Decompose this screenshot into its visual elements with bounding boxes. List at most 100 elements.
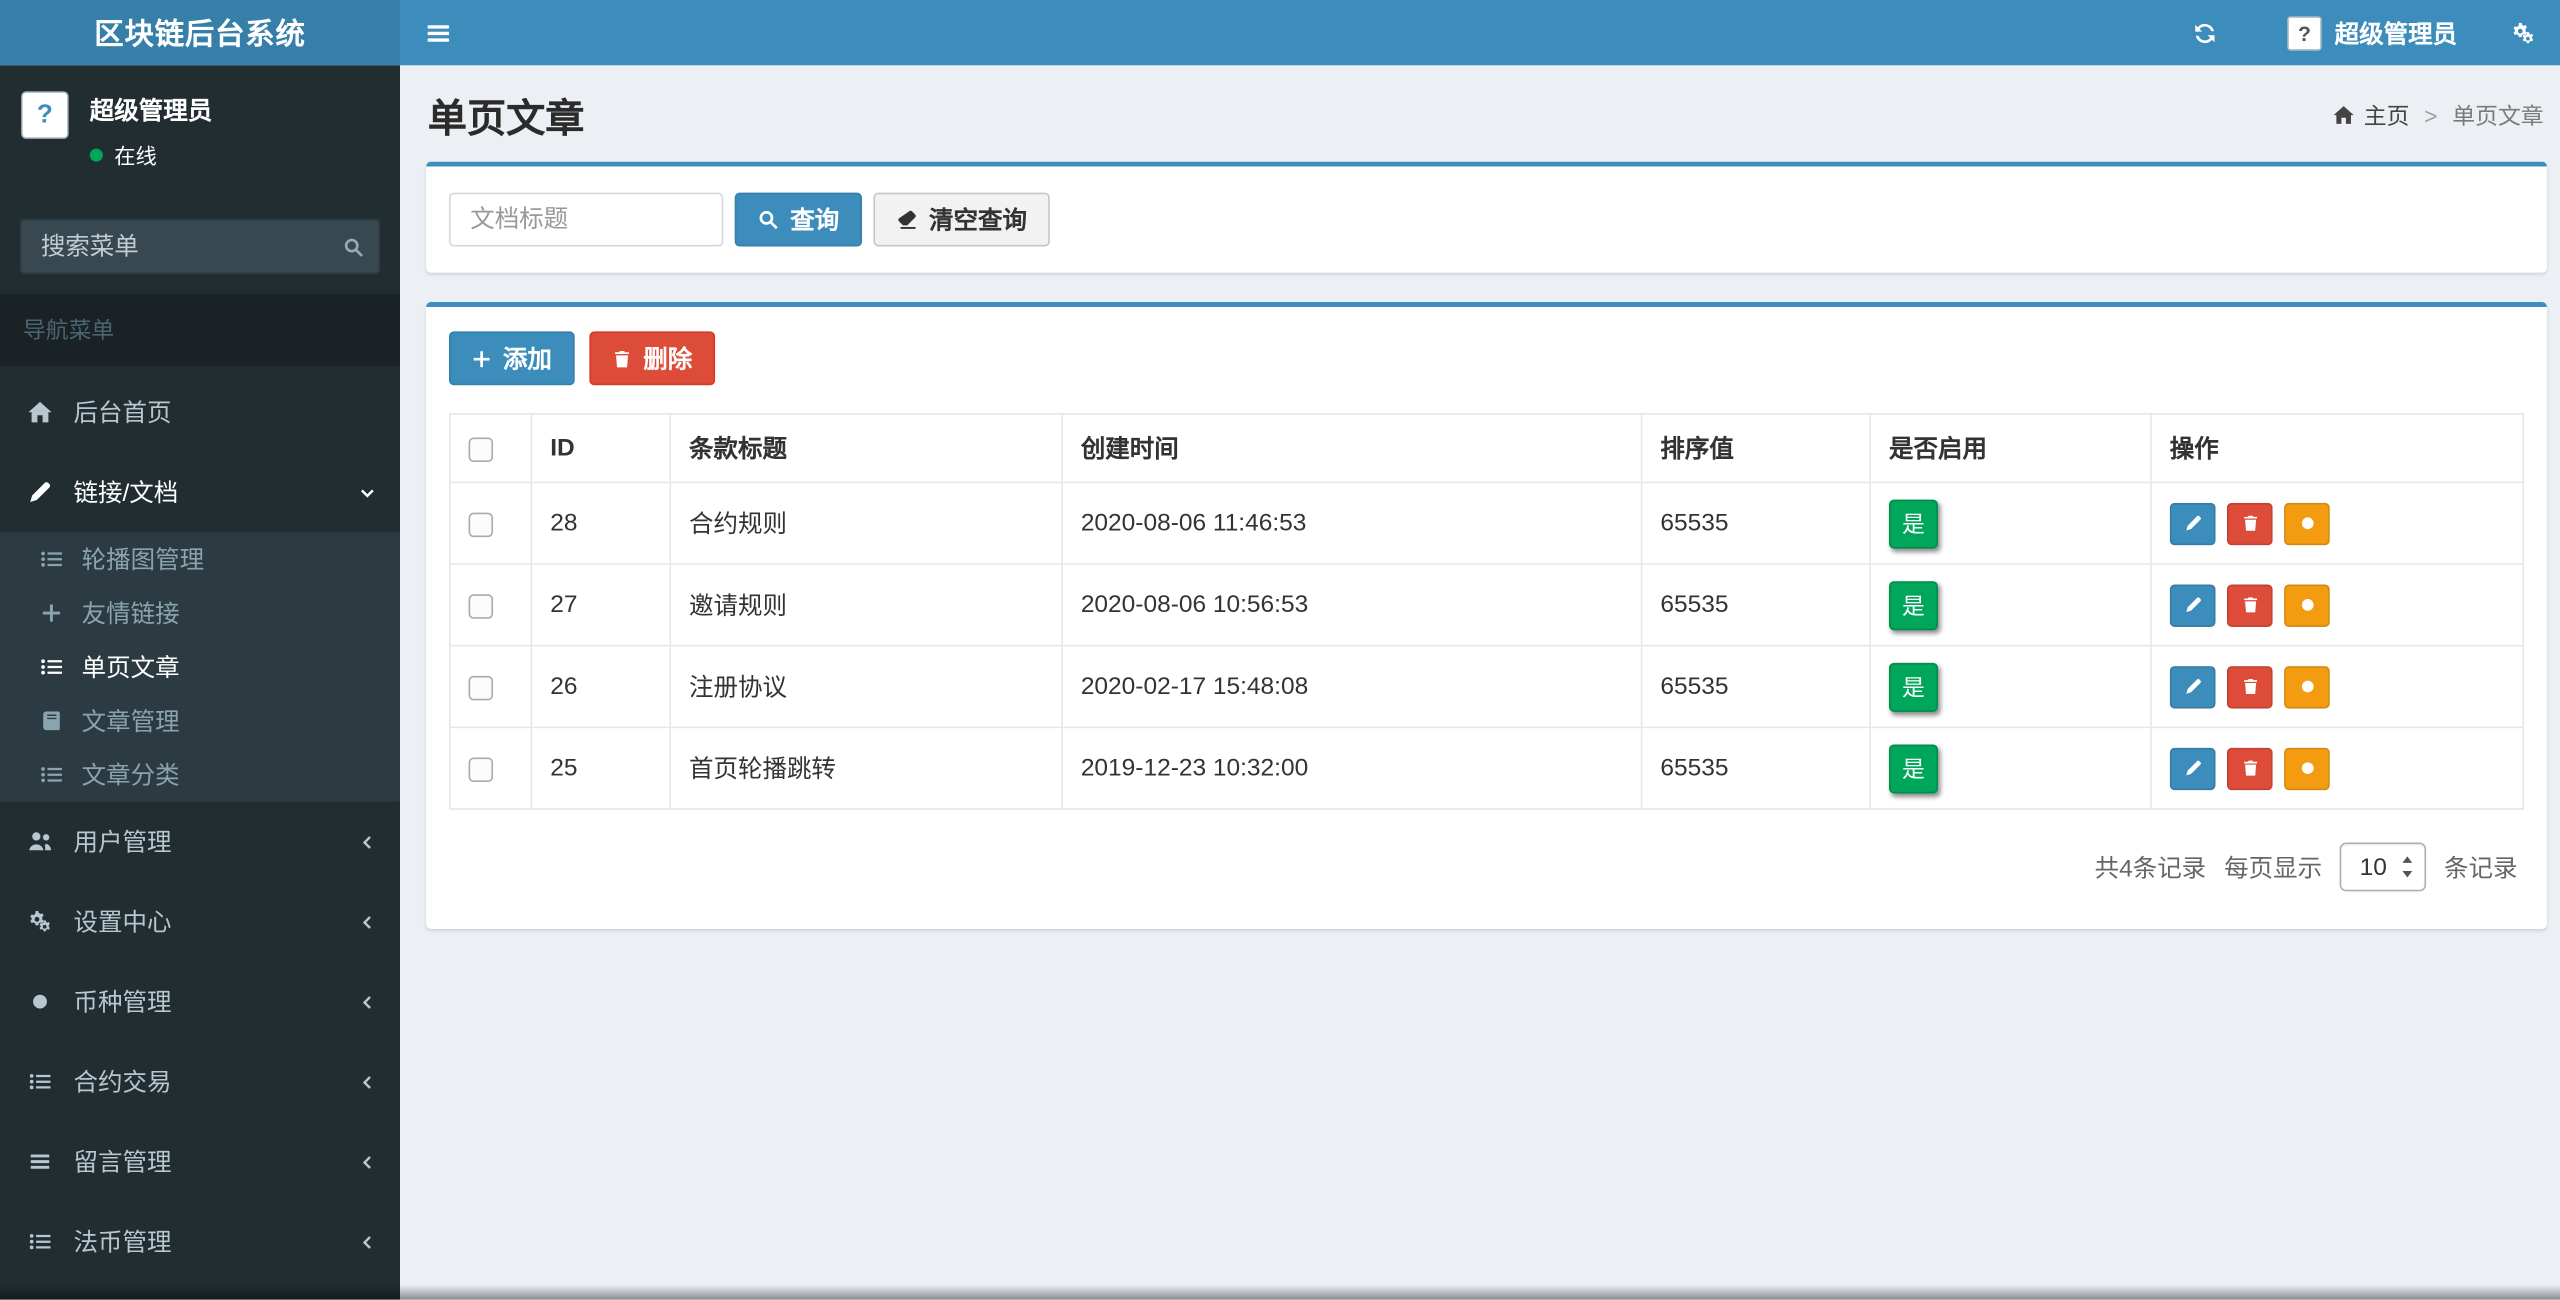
table-box: 添加 删除 ID 条款标题 创建时间 排序值 是否启用 操作 28 合约规则 2… [426,302,2547,929]
page-size-select[interactable]: 10 [2340,842,2427,892]
edit-button[interactable] [2169,746,2216,790]
row-checkbox[interactable] [468,756,494,782]
search-icon [342,236,363,257]
sidebar-item-single-page-article[interactable]: 单页文章 [0,640,400,694]
user-name: 超级管理员 [2334,20,2458,49]
pencil-icon [2184,759,2202,777]
column-header-title: 条款标题 [669,413,1063,484]
user-menu[interactable]: ? 超级管理员 [2242,0,2487,65]
content-header: 单页文章 主页 > 单页文章 [400,65,2560,161]
sidebar-user-name: 超级管理员 [89,97,213,126]
sidebar-item-message-management[interactable]: 留言管理 [0,1122,400,1202]
gears-icon [23,909,56,933]
sidebar-item-settings-center[interactable]: 设置中心 [0,882,400,962]
sidebar-item-label: 后台首页 [73,399,172,428]
enabled-toggle-button[interactable]: 是 [1888,580,1938,630]
refresh-button[interactable] [2168,0,2241,65]
page-title: 单页文章 [427,97,585,143]
sidebar-item-friend-links[interactable]: 友情链接 [0,586,400,640]
chevron-left-icon [358,1072,378,1092]
per-page-label: 每页显示 [2224,854,2323,883]
circle-action-button[interactable] [2284,502,2331,545]
table-row: 25 首页轮播跳转 2019-12-23 10:32:00 65535 是 [448,726,2525,810]
list-icon [23,1071,56,1092]
app-logo[interactable]: 区块链后台系统 [0,0,400,66]
row-checkbox[interactable] [468,675,494,700]
eraser-icon [896,209,917,230]
row-checkbox[interactable] [468,511,494,537]
enabled-toggle-button[interactable]: 是 [1888,498,1938,548]
column-header-actions: 操作 [2150,413,2525,484]
delete-button[interactable] [2227,583,2273,627]
cell-sort: 65535 [1640,481,1872,565]
sidebar-toggle-button[interactable] [400,0,475,65]
sidebar: ? 超级管理员 在线 导航菜单 后台首页 [0,65,400,1300]
table-toolbar: 添加 删除 [448,331,2524,386]
sidebar-item-contract-trading[interactable]: 合约交易 [0,1042,400,1122]
chevron-left-icon [358,1152,378,1172]
sidebar-item-article-category[interactable]: 文章分类 [0,748,400,802]
online-status-label: 在线 [114,143,157,169]
top-navbar: 区块链后台系统 ? 超级管理员 [0,0,2560,66]
sidebar-section-label: 导航菜单 [0,293,400,366]
sidebar-item-coin-management[interactable]: 币种管理 [0,962,400,1042]
cell-sort: 65535 [1640,563,1872,647]
refresh-icon [2193,20,2217,44]
sidebar-item-links-docs[interactable]: 链接/文档 [0,452,400,532]
select-all-checkbox[interactable] [468,436,494,462]
list-icon [34,656,67,677]
sidebar-item-fiat-management[interactable]: 法币管理 [0,1202,400,1282]
add-button-label: 添加 [502,346,552,374]
edit-button[interactable] [2169,665,2216,708]
sidebar-user-meta: 超级管理员 在线 [89,91,213,169]
pencil-icon [23,480,56,504]
delete-button[interactable] [2227,665,2273,708]
edit-button[interactable] [2169,502,2216,545]
sidebar-item-carousel[interactable]: 轮播图管理 [0,532,400,586]
cell-created: 2020-08-06 10:56:53 [1061,563,1643,647]
list-icon [23,1231,56,1252]
row-checkbox[interactable] [468,593,494,619]
circle-icon [2299,514,2317,532]
breadcrumb-current: 单页文章 [2452,102,2544,129]
query-button[interactable]: 查询 [734,192,863,247]
delete-button[interactable] [2227,746,2273,790]
table-row: 26 注册协议 2020-02-17 15:48:08 65535 是 [448,644,2525,729]
clear-query-button[interactable]: 清空查询 [873,192,1050,247]
chevron-down-icon [358,482,378,502]
sidebar-item-label: 法币管理 [73,1229,172,1258]
delete-selected-button[interactable]: 删除 [589,331,716,386]
plus-icon [34,602,67,623]
delete-button[interactable] [2227,502,2273,545]
sidebar-item-label: 用户管理 [73,829,172,858]
edit-button[interactable] [2169,583,2216,627]
sidebar-item-article-management[interactable]: 文章管理 [0,694,400,748]
sidebar-item-finance-log-management[interactable]: 财务日志管理 [0,1282,400,1300]
enabled-toggle-button[interactable]: 是 [1888,743,1938,793]
doc-title-search-input[interactable] [448,192,724,247]
sidebar-item-label: 友情链接 [81,600,180,629]
page-size-value: 10 [2359,853,2387,881]
circle-action-button[interactable] [2284,665,2331,708]
sidebar-group-links-docs: 链接/文档 轮播图管理 友情链接 单页文章 文章管理 文章分类 [0,452,400,802]
book-icon [34,710,67,731]
circle-action-button[interactable] [2284,583,2331,627]
chevron-left-icon [358,912,378,932]
enabled-toggle-button[interactable]: 是 [1888,662,1938,712]
sidebar-item-label: 设置中心 [73,909,172,938]
trash-icon [2241,678,2259,696]
sidebar-item-user-management[interactable]: 用户管理 [0,802,400,882]
circle-action-button[interactable] [2284,746,2331,790]
menu-search-button[interactable] [325,219,381,275]
cell-id: 25 [530,726,672,810]
pencil-icon [2184,678,2202,696]
settings-button[interactable] [2487,0,2560,65]
table-header-row: ID 条款标题 创建时间 排序值 是否启用 操作 [448,413,2525,484]
sidebar-item-dashboard[interactable]: 后台首页 [0,372,400,452]
trash-icon [2241,596,2259,614]
query-button-label: 查询 [790,207,840,236]
breadcrumb-home-link[interactable]: 主页 [2333,99,2409,132]
sidebar-item-label: 轮播图管理 [81,546,205,575]
filter-box-body: 查询 清空查询 [426,167,2547,273]
add-button[interactable]: 添加 [448,331,575,386]
